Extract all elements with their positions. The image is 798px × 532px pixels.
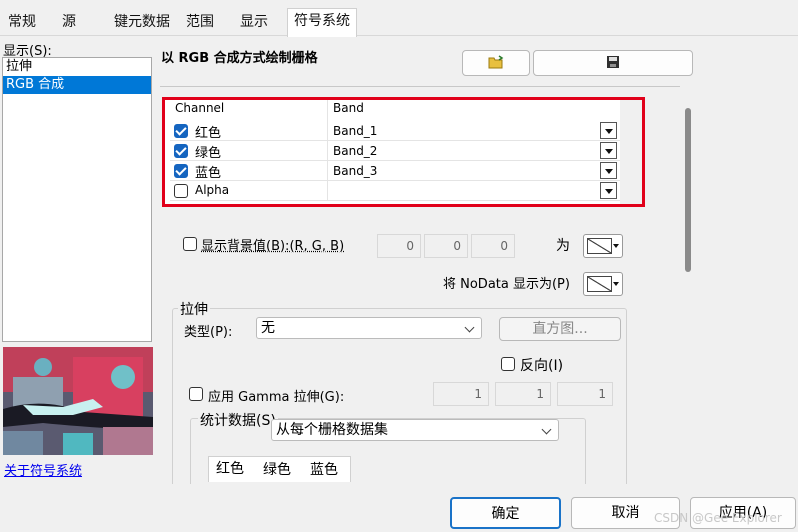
chevron-down-icon [464,322,475,333]
scrollbar-thumb[interactable] [685,108,691,272]
stretch-group-label: 拉伸 [178,299,210,319]
list-item-rgb-composite[interactable]: RGB 合成 [3,76,151,94]
gamma-r-input[interactable]: 1 [433,382,489,406]
tab-source[interactable]: 源 [56,10,82,36]
stats-tab-red[interactable]: 红色 [216,458,244,478]
stretch-type-label: 类型(P): [184,325,233,340]
stats-tab-green[interactable]: 绿色 [263,459,291,479]
chevron-down-icon [613,244,619,248]
tab-extent[interactable]: 范围 [180,10,220,36]
background-color-picker[interactable] [583,234,623,258]
tab-bar: 常规 源 键元数据 范围 显示 符号系统 [0,0,798,37]
statistics-source-value: 从每个栅格数据集 [276,422,388,438]
no-color-swatch-icon [587,276,612,292]
ok-button[interactable]: 确定 [450,497,561,529]
chevron-down-icon [541,424,552,435]
list-item-stretch[interactable]: 拉伸 [3,58,151,76]
statistics-label: 统计数据(S) [198,410,278,430]
annotation-highlight-box [162,97,645,207]
save-icon [606,55,620,73]
chevron-down-icon [613,282,619,286]
background-r-input[interactable]: 0 [377,234,421,258]
statistics-source-select[interactable]: 从每个栅格数据集 [271,419,559,441]
page-title: 以 RGB 合成方式绘制栅格 [161,51,318,66]
gamma-b-input[interactable]: 1 [557,382,613,406]
gamma-g-input[interactable]: 1 [495,382,551,406]
tab-symbology[interactable]: 符号系统 [287,8,357,37]
folder-open-icon [488,55,504,73]
gamma-label: 应用 Gamma 拉伸(G): [208,390,345,405]
no-color-swatch-icon [587,238,612,254]
tab-display[interactable]: 显示 [234,10,274,36]
background-b-input[interactable]: 0 [471,234,515,258]
show-background-checkbox[interactable] [183,237,197,251]
tab-key-metadata[interactable]: 键元数据 [108,10,176,36]
invert-checkbox[interactable] [501,357,515,371]
renderer-list[interactable]: 拉伸 RGB 合成 [2,57,152,342]
stretch-type-value: 无 [261,320,275,336]
histogram-button[interactable]: 直方图... [499,317,621,341]
watermark: CSDN @Gee Explorer [654,511,782,525]
nodata-color-picker[interactable] [583,272,623,296]
as-label: 为 [556,238,570,254]
stats-tab-blue[interactable]: 蓝色 [310,459,338,479]
apply-gamma-checkbox[interactable] [189,387,203,401]
save-layer-button[interactable] [533,50,693,76]
background-g-input[interactable]: 0 [424,234,468,258]
tab-general[interactable]: 常规 [2,10,42,36]
stretch-type-select[interactable]: 无 [256,317,482,339]
invert-label: 反向(I) [520,358,564,374]
preview-thumbnail [3,347,153,455]
nodata-label: 将 NoData 显示为(P) [443,277,570,292]
open-layer-button[interactable] [462,50,530,76]
background-label: 显示背景值(B):(R, G, B) [201,239,345,254]
about-symbology-link[interactable]: 关于符号系统 [4,460,82,479]
